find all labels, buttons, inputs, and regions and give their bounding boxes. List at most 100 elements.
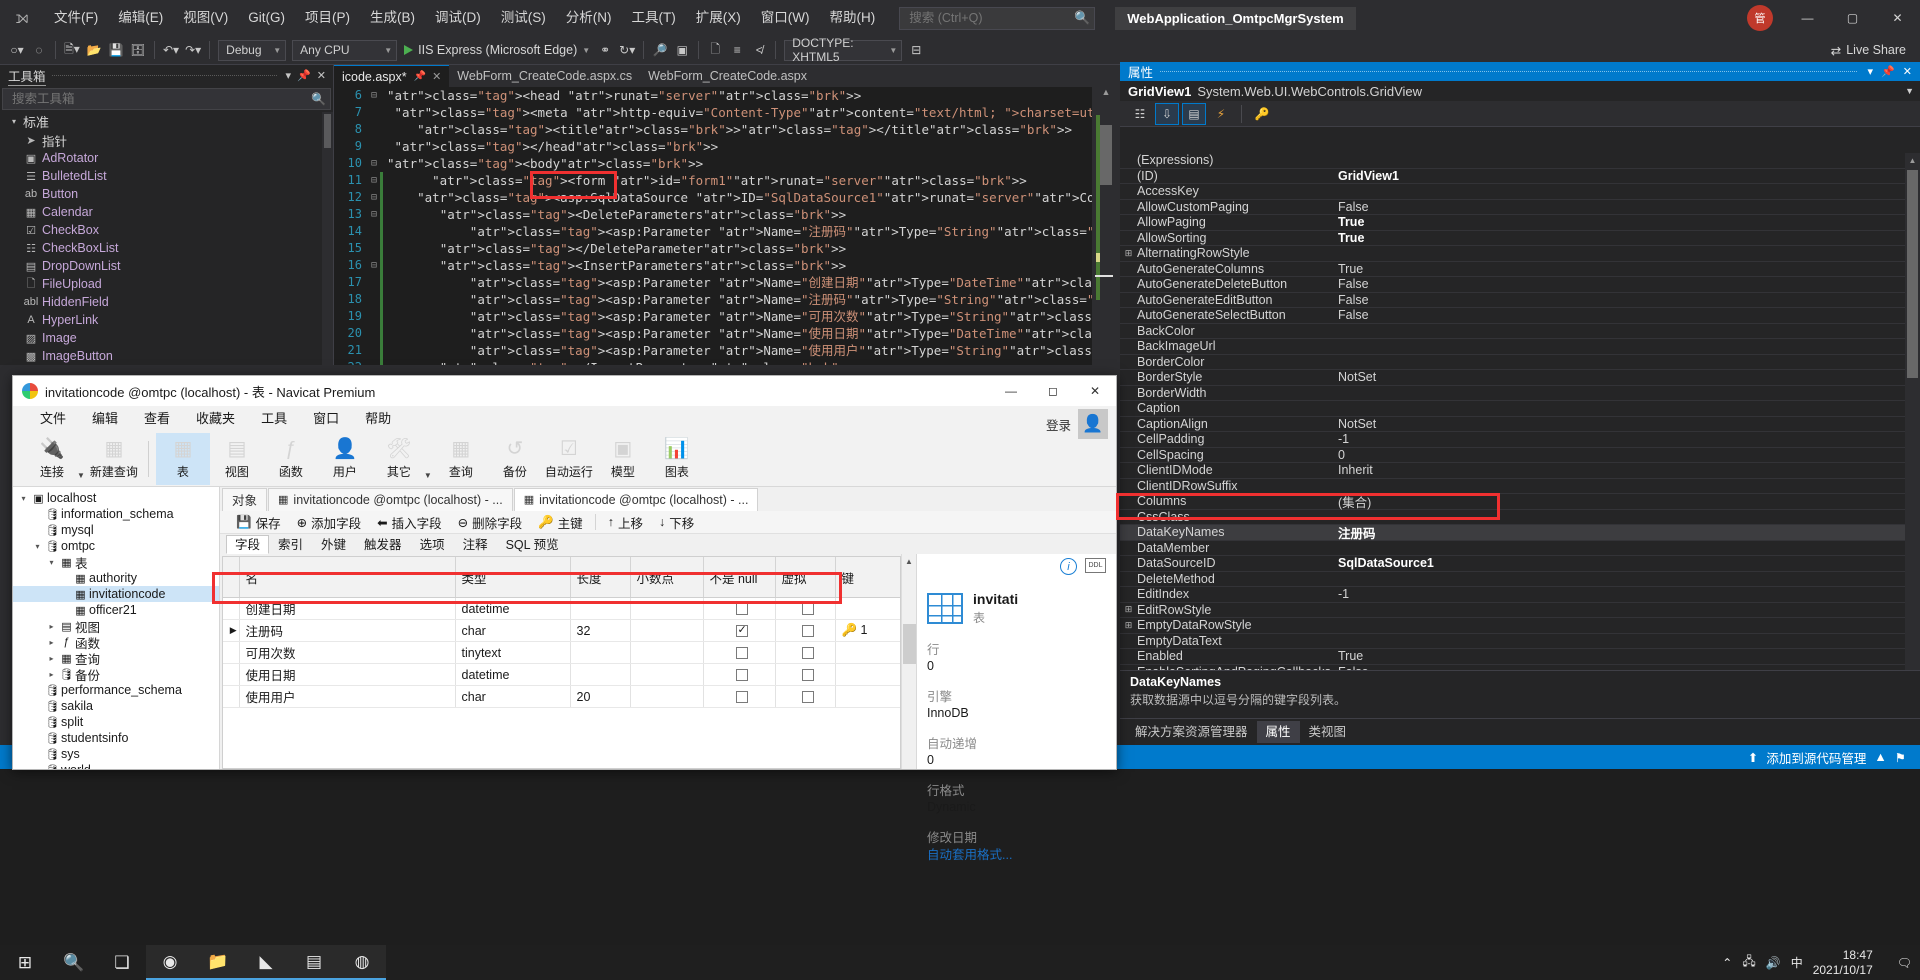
toolbox-item-hiddenfield[interactable]: abl HiddenField xyxy=(0,293,322,311)
ribbon-button-用户[interactable]: 👤 用户 xyxy=(318,433,372,485)
outlining-marker[interactable] xyxy=(368,325,380,342)
vs-menu-0[interactable]: 文件(F) xyxy=(44,5,108,31)
property-value[interactable]: True xyxy=(1330,231,1905,245)
code-line[interactable]: 19 "atr">class = "tag" ><asp:Parameter "atr… xyxy=(334,308,1092,325)
property-value[interactable]: 注册码 xyxy=(1330,523,1905,542)
navicat-menu-6[interactable]: 帮助 xyxy=(352,406,404,431)
navicat-login-label[interactable]: 登录 xyxy=(1046,415,1071,434)
editor-code-area[interactable]: 6 ⊟ "atr">class = "tag" ><head "atr" >runat=… xyxy=(334,87,1092,365)
property-row-emptydatarowstyle[interactable]: ⊞ EmptyDataRowStyle xyxy=(1120,618,1905,634)
toolbox-item-fileupload[interactable]: 🗋 FileUpload xyxy=(0,275,322,293)
avatar[interactable]: 👤 xyxy=(1078,409,1108,439)
chevron-down-icon[interactable]: ▼ xyxy=(424,471,432,480)
navicat-menu-4[interactable]: 工具 xyxy=(248,406,300,431)
property-row-editindex[interactable]: EditIndex -1 xyxy=(1120,587,1905,603)
field-length-cell[interactable]: 32 xyxy=(570,619,631,642)
checkbox-icon[interactable] xyxy=(735,603,748,616)
tree-item-sakila[interactable]: 🛢 sakila xyxy=(13,698,219,714)
close-icon[interactable]: ✕ xyxy=(314,69,329,82)
designer-tool-下移[interactable]: ↓ 下移 xyxy=(651,511,702,533)
code-line[interactable]: 16 ⊟ "atr">class = "tag" ><InsertParameters… xyxy=(334,257,1092,274)
property-value[interactable]: -1 xyxy=(1330,432,1905,446)
checkbox-icon[interactable] xyxy=(801,625,814,638)
column-header-3[interactable]: 小数点 xyxy=(630,557,704,598)
chevron-down-icon[interactable]: ▾ xyxy=(283,69,295,82)
table-row[interactable]: ▶ 注册码 char 32 🔑 1 xyxy=(223,619,900,642)
property-pages-icon[interactable]: 🔑 xyxy=(1250,103,1274,125)
outlining-marker[interactable] xyxy=(368,223,380,240)
field-type-cell[interactable]: char xyxy=(455,685,571,708)
property-row-backcolor[interactable]: BackColor xyxy=(1120,324,1905,339)
tree-item-invitationcode[interactable]: ▦ invitationcode xyxy=(13,586,219,602)
property-row-autogeneratecolumns[interactable]: AutoGenerateColumns True xyxy=(1120,262,1905,277)
field-type-cell[interactable]: char xyxy=(455,619,571,642)
property-row-borderstyle[interactable]: BorderStyle NotSet xyxy=(1120,370,1905,386)
navicat-menu-5[interactable]: 窗口 xyxy=(300,406,352,431)
navicat-menu-0[interactable]: 文件 xyxy=(27,406,79,431)
navicat-minimize-button[interactable]: — xyxy=(990,376,1032,406)
editor-tab-0[interactable]: icode.aspx* 📌 ✕ xyxy=(334,65,450,87)
vs-menu-5[interactable]: 生成(B) xyxy=(360,5,425,31)
chevron-down-icon[interactable]: ▾ xyxy=(1864,65,1878,78)
field-type-cell[interactable]: datetime xyxy=(455,597,571,620)
toolbox-item-hyperlink[interactable]: A HyperLink xyxy=(0,311,322,329)
property-row-caption[interactable]: Caption xyxy=(1120,401,1905,417)
tree-item-performance_schema[interactable]: 🛢 performance_schema xyxy=(13,682,219,698)
vs-standard-toolbar[interactable]: ○▾ ◌ 🗎▾ 📂 💾 🗄 ↶▾ ↷▾ Debug ▼ Any CPU ▼ II… xyxy=(0,36,1920,65)
ribbon-button-函数[interactable]: ƒ 函数 xyxy=(264,433,318,485)
start-button[interactable]: ⊞ xyxy=(0,945,50,980)
save-icon[interactable]: 💾 xyxy=(105,38,127,62)
tree-item-表[interactable]: ▾ ▦ 表 xyxy=(13,554,219,571)
navicat-designer-toolbar[interactable]: 💾 保存 ⊕ 添加字段 ⬅ 插入字段 ⊖ 删除字段 🔑 主键 ↑ 上移 ↓ 下移 xyxy=(220,511,1116,534)
view-in-browser-icon[interactable]: ▣ xyxy=(671,38,693,62)
checkbox-icon[interactable] xyxy=(801,647,814,660)
auto-format-link[interactable]: 自动套用格式... xyxy=(927,844,1012,863)
field-length-cell[interactable] xyxy=(570,641,631,664)
property-row-expressions[interactable]: (Expressions) xyxy=(1120,153,1905,169)
field-name-cell[interactable]: 注册码 xyxy=(239,619,456,642)
new-file-icon[interactable]: 🗋 xyxy=(704,38,726,62)
field-notnull-cell[interactable] xyxy=(703,663,776,686)
column-header-0[interactable]: 名 xyxy=(239,557,456,598)
toolbox-item-adrotator[interactable]: ▣ AdRotator xyxy=(0,149,322,167)
outlining-marker[interactable]: ⊟ xyxy=(368,155,380,172)
toolbox-item-button[interactable]: ab Button xyxy=(0,185,322,203)
scrollbar-track[interactable] xyxy=(1095,105,1113,361)
property-row-bordercolor[interactable]: BorderColor xyxy=(1120,355,1905,370)
field-virtual-cell[interactable] xyxy=(775,619,836,642)
navicat-menu-3[interactable]: 收藏夹 xyxy=(183,406,248,431)
field-key-cell[interactable] xyxy=(835,597,900,620)
property-row-autogenerateeditbutton[interactable]: AutoGenerateEditButton False xyxy=(1120,293,1905,308)
property-row-deletemethod[interactable]: DeleteMethod xyxy=(1120,572,1905,587)
ribbon-button-自动运行[interactable]: ☑ 自动运行 xyxy=(542,433,596,485)
column-header-6[interactable]: 键 xyxy=(835,557,900,598)
field-virtual-cell[interactable] xyxy=(775,641,836,664)
property-row-borderwidth[interactable]: BorderWidth xyxy=(1120,386,1905,401)
tree-item-备份[interactable]: ▸ 🛢 备份 xyxy=(13,666,219,683)
chevron-up-icon[interactable]: ▲ xyxy=(1874,750,1886,764)
chevron-icon[interactable]: ▸ xyxy=(45,638,58,647)
vs-menu-8[interactable]: 分析(N) xyxy=(556,5,622,31)
toolbox-item-image[interactable]: ▨ Image xyxy=(0,329,322,347)
toolbox-item-calendar[interactable]: ▦ Calendar xyxy=(0,203,322,221)
designer-subtab-4[interactable]: 选项 xyxy=(411,535,454,554)
designer-tool-添加字段[interactable]: ⊕ 添加字段 xyxy=(289,511,370,533)
navicat-connection-tree[interactable]: ▾ ▣ localhost 🛢 information_schema 🛢 mys… xyxy=(13,487,220,769)
tree-item-authority[interactable]: ▦ authority xyxy=(13,570,219,586)
designer-tool-主键[interactable]: 🔑 主键 xyxy=(530,511,591,533)
outlining-marker[interactable] xyxy=(368,121,380,138)
property-value[interactable]: -1 xyxy=(1330,587,1905,601)
toolbar-overflow-icon[interactable]: ⊟ xyxy=(905,38,927,62)
property-row-allowcustompaging[interactable]: AllowCustomPaging False xyxy=(1120,200,1905,215)
solution-platform-combo[interactable]: Any CPU ▼ xyxy=(292,39,398,61)
code-line[interactable]: 21 "atr">class = "tag" ><asp:Parameter "atr… xyxy=(334,342,1092,359)
scrollbar-thumb[interactable] xyxy=(903,624,916,664)
vs-menu-12[interactable]: 帮助(H) xyxy=(819,5,885,31)
taskbar-task-view-icon[interactable]: ❏ xyxy=(98,945,146,980)
code-line[interactable]: 17 "atr">class = "tag" ><asp:Parameter "atr… xyxy=(334,274,1092,291)
taskbar-navicat-icon[interactable]: ◍ xyxy=(338,945,386,980)
code-line[interactable]: 9 "atr">class = "tag" ></head "atr" >class= "b… xyxy=(334,138,1092,155)
field-type-cell[interactable]: datetime xyxy=(455,663,571,686)
toolbox-item-list[interactable]: ▾ 标准 ➤ 指针 ▣ AdRotator ☰ BulletedList ab … xyxy=(0,112,322,365)
notifications-icon[interactable]: ⚑ xyxy=(1895,750,1906,765)
